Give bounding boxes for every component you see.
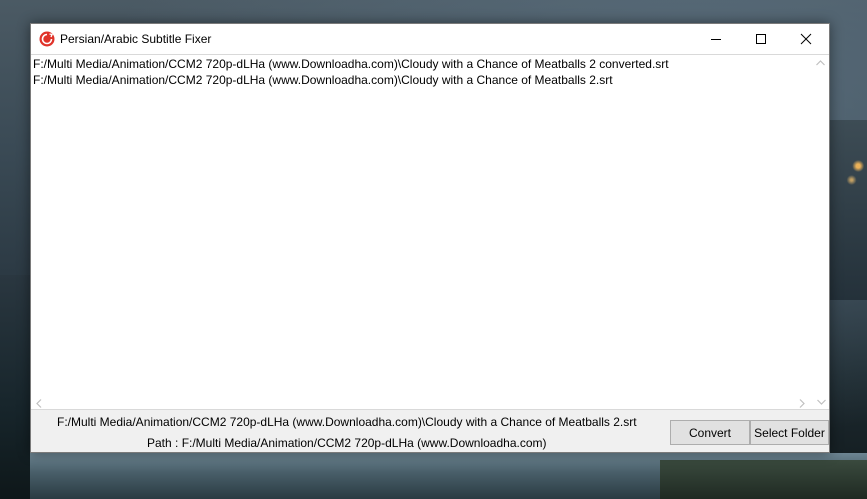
file-listbox[interactable]: F:/Multi Media/Animation/CCM2 720p-dLHa … xyxy=(31,54,829,410)
title-bar[interactable]: Persian/Arabic Subtitle Fixer xyxy=(31,24,829,54)
scroll-left-arrow-icon[interactable] xyxy=(36,399,42,408)
list-item[interactable]: F:/Multi Media/Animation/CCM2 720p-dLHa … xyxy=(33,72,613,88)
window-title: Persian/Arabic Subtitle Fixer xyxy=(60,32,212,46)
selected-file-label: F:/Multi Media/Animation/CCM2 720p-dLHa … xyxy=(57,415,637,429)
desktop-cliff xyxy=(830,120,867,300)
app-icon xyxy=(39,31,55,47)
path-label: Path : F:/Multi Media/Animation/CCM2 720… xyxy=(147,436,547,450)
scroll-right-arrow-icon[interactable] xyxy=(799,399,805,408)
minimize-button[interactable] xyxy=(693,24,739,54)
minimize-icon xyxy=(711,39,721,40)
horizontal-scrollbar[interactable] xyxy=(31,395,829,411)
desktop-shore xyxy=(660,460,867,499)
close-button[interactable] xyxy=(783,24,829,54)
scroll-up-arrow-icon[interactable] xyxy=(816,60,825,66)
app-window: Persian/Arabic Subtitle Fixer F:/Multi M… xyxy=(30,23,830,453)
scroll-down-arrow-icon[interactable] xyxy=(817,399,826,405)
list-item[interactable]: F:/Multi Media/Animation/CCM2 720p-dLHa … xyxy=(33,56,669,72)
desktop-lights xyxy=(845,150,867,190)
maximize-button[interactable] xyxy=(738,24,784,54)
select-folder-button[interactable]: Select Folder xyxy=(750,420,829,445)
vertical-scrollbar[interactable] xyxy=(812,56,828,409)
maximize-icon xyxy=(756,34,766,44)
convert-button[interactable]: Convert xyxy=(670,420,750,445)
close-icon xyxy=(800,33,812,45)
